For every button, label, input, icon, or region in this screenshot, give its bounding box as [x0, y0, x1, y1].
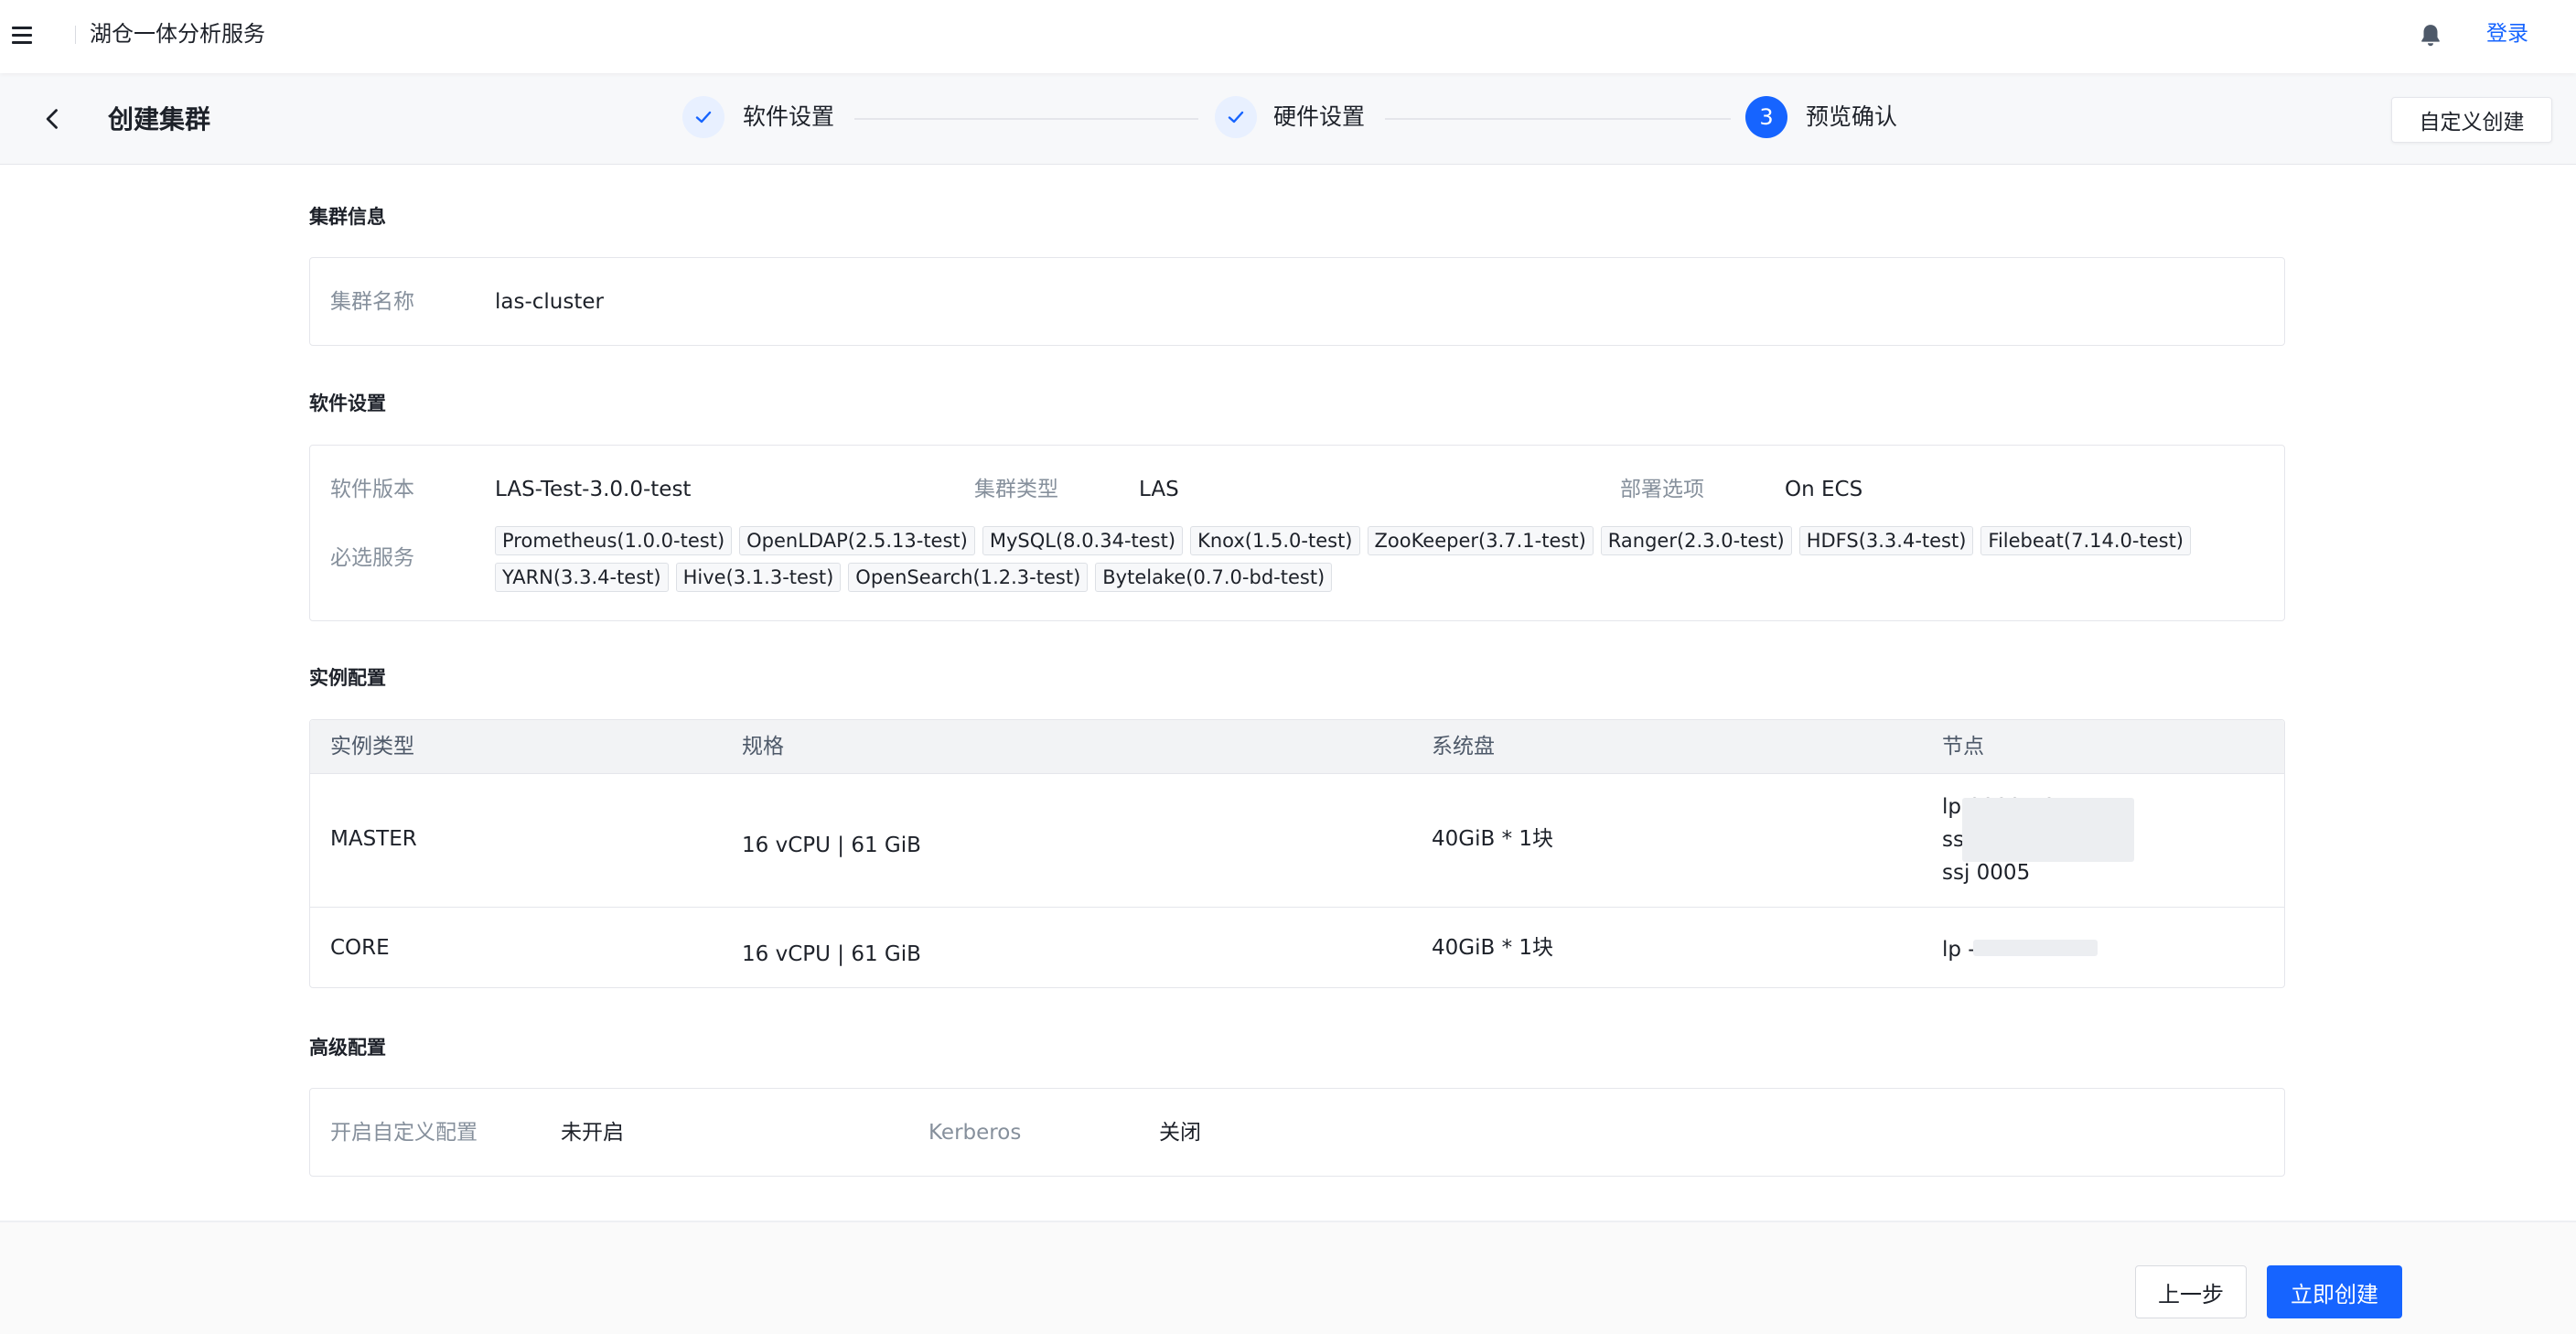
step-2-label: 硬件设置 [1273, 103, 1366, 130]
software-version-value: LAS-Test-3.0.0-test [495, 478, 692, 501]
create-now-button[interactable]: 立即创建 [2267, 1265, 2402, 1318]
column-header-system-disk: 系统盘 [1432, 735, 1495, 758]
service-tag: Hive(3.1.3-test) [675, 563, 842, 592]
column-header-instance-type: 实例类型 [330, 735, 414, 758]
custom-create-button[interactable]: 自定义创建 [2391, 97, 2552, 143]
step-header: 创建集群 软件设置 硬件设置 3 预览确认 自定义创建 [0, 73, 2576, 165]
column-header-nodes: 节点 [1942, 735, 1984, 758]
section-title-instances: 实例配置 [309, 667, 386, 689]
redaction-mask [1973, 940, 2098, 956]
table-row: MASTER 16 vCPU | 61 GiB 40GiB * 1块 lp 00… [310, 774, 2284, 908]
page-title: 创建集群 [108, 104, 211, 134]
column-header-spec: 规格 [742, 735, 784, 758]
required-services-label: 必选服务 [330, 546, 414, 570]
custom-config-label: 开启自定义配置 [330, 1121, 478, 1145]
login-link[interactable]: 登录 [2486, 18, 2528, 49]
advanced-card: 开启自定义配置 未开启 Kerberos 关闭 [309, 1088, 2285, 1177]
step-3-number: 3 [1745, 96, 1787, 138]
step-connector [1385, 118, 1731, 120]
disk-cell: 40GiB * 1块 [1432, 936, 1554, 960]
step-1-label: 软件设置 [743, 103, 835, 130]
top-bar: 湖仓一体分析服务 登录 [0, 0, 2576, 73]
cluster-name-value: las-cluster [495, 290, 604, 314]
service-tag: MySQL(8.0.34-test) [982, 526, 1184, 555]
required-services-tags: Prometheus(1.0.0-test) OpenLDAP(2.5.13-t… [495, 526, 2251, 592]
section-title-software: 软件设置 [309, 393, 386, 414]
hamburger-menu-icon[interactable] [12, 24, 34, 46]
table-header: 实例类型 规格 系统盘 节点 [310, 720, 2284, 774]
app-title: 湖仓一体分析服务 [90, 21, 265, 47]
prev-step-button[interactable]: 上一步 [2135, 1265, 2247, 1318]
footer-bar: 上一步 立即创建 [0, 1221, 2576, 1334]
service-tag: Bytelake(0.7.0-bd-test) [1095, 563, 1333, 592]
cluster-type-label: 集群类型 [974, 478, 1058, 501]
section-title-cluster-info: 集群信息 [309, 206, 386, 228]
cluster-name-label: 集群名称 [330, 290, 414, 314]
step-connector [854, 118, 1198, 120]
instance-table: 实例类型 规格 系统盘 节点 MASTER 16 vCPU | 61 GiB 4… [309, 719, 2285, 988]
service-tag: HDFS(3.3.4-test) [1798, 526, 1974, 555]
bell-icon[interactable] [2417, 22, 2444, 49]
back-arrow-icon[interactable] [40, 106, 66, 132]
spec-cell: 16 vCPU | 61 GiB [742, 834, 921, 857]
top-divider [75, 26, 76, 44]
deploy-option-value: On ECS [1785, 478, 1863, 501]
service-tag: Ranger(2.3.0-test) [1600, 526, 1792, 555]
service-tag: OpenSearch(1.2.3-test) [848, 563, 1089, 592]
section-title-advanced: 高级配置 [309, 1037, 386, 1059]
spec-cell: 16 vCPU | 61 GiB [742, 942, 921, 966]
instance-type-cell: CORE [330, 936, 390, 960]
software-card: 软件版本 LAS-Test-3.0.0-test 集群类型 LAS 部署选项 O… [309, 445, 2285, 621]
service-tag: Knox(1.5.0-test) [1190, 526, 1360, 555]
service-tag: YARN(3.3.4-test) [495, 563, 669, 592]
step-1-check-icon [682, 96, 724, 138]
table-row: CORE 16 vCPU | 61 GiB 40GiB * 1块 lp -2 [310, 908, 2284, 987]
step-3-label: 预览确认 [1806, 103, 1898, 130]
disk-cell: 40GiB * 1块 [1432, 827, 1554, 851]
cluster-info-card: 集群名称 las-cluster [309, 257, 2285, 346]
service-tag: OpenLDAP(2.5.13-test) [739, 526, 975, 555]
custom-config-value: 未开启 [561, 1121, 624, 1145]
redaction-mask [1962, 798, 2134, 862]
service-tag: Filebeat(7.14.0-test) [1980, 526, 2192, 555]
kerberos-value: 关闭 [1159, 1121, 1201, 1145]
step-2-check-icon [1215, 96, 1257, 138]
instance-type-cell: MASTER [330, 827, 417, 851]
cluster-type-value: LAS [1139, 478, 1179, 501]
service-tag: Prometheus(1.0.0-test) [495, 526, 733, 555]
kerberos-label: Kerberos [928, 1121, 1022, 1145]
service-tag: ZooKeeper(3.7.1-test) [1367, 526, 1594, 555]
deploy-option-label: 部署选项 [1620, 478, 1704, 501]
software-version-label: 软件版本 [330, 478, 414, 501]
